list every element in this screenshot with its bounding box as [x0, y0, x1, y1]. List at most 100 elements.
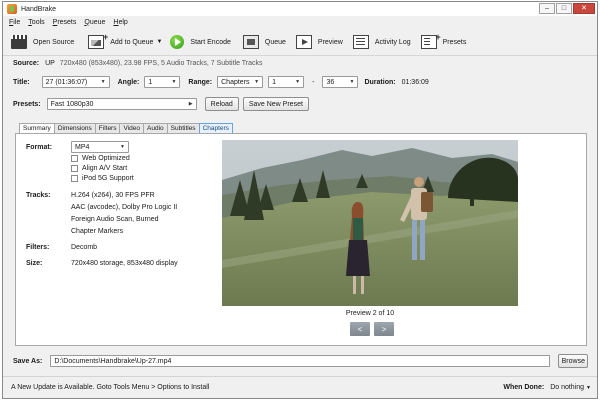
- chevron-down-icon: ▼: [100, 79, 106, 85]
- chevron-down-icon: ▼: [254, 79, 260, 85]
- add-to-queue-label: Add to Queue: [110, 38, 154, 46]
- activity-log-button[interactable]: Activity Log: [352, 35, 411, 49]
- source-label: Source:: [13, 60, 40, 67]
- web-optimized-checkbox[interactable]: [71, 155, 78, 162]
- track-chapters: Chapter Markers: [71, 228, 124, 235]
- summary-panel: Format: MP4 ▼ Web Optimized Align A/V St…: [15, 133, 587, 346]
- presets-button[interactable]: Presets: [420, 32, 467, 49]
- range-start-value: 1: [272, 78, 277, 86]
- handbrake-window: HandBrake – □ ✕ File Tools Presets Queue…: [2, 1, 598, 399]
- ipod-support-label: iPod 5G Support: [82, 175, 134, 182]
- status-bar: A New Update is Available. Goto Tools Me…: [3, 376, 597, 398]
- range-separator: -: [312, 78, 315, 86]
- add-to-queue-button[interactable]: Add to Queue ▼: [88, 32, 162, 49]
- presets-label: Presets:: [13, 100, 41, 108]
- browse-button[interactable]: Browse: [558, 354, 589, 368]
- save-as-path-input[interactable]: D:\Documents\Handbrake\Up-27.mp4: [50, 355, 551, 367]
- format-select[interactable]: MP4 ▼: [71, 141, 129, 153]
- source-row: Source: UP 720x480 (853x480), 23.98 FPS,…: [13, 60, 263, 67]
- menu-presets[interactable]: Presets: [53, 19, 77, 26]
- maximize-button[interactable]: □: [556, 3, 572, 14]
- tab-audio[interactable]: Audio: [143, 123, 168, 133]
- angle-label: Angle:: [117, 78, 140, 86]
- menu-queue[interactable]: Queue: [84, 19, 105, 26]
- activity-log-icon: [352, 35, 369, 49]
- chevron-down-icon: ▼: [171, 79, 177, 85]
- presets-row: Presets: Fast 1080p30 ▶ Reload Save New …: [13, 97, 309, 111]
- filters-value: Decomb: [71, 244, 98, 251]
- title-select[interactable]: 27 (01:36:07) ▼: [41, 76, 110, 88]
- open-source-button[interactable]: Open Source: [11, 35, 74, 49]
- ipod-support-checkbox-row[interactable]: iPod 5G Support: [71, 175, 134, 182]
- range-label: Range:: [188, 78, 213, 86]
- menu-bar: File Tools Presets Queue Help: [3, 16, 597, 28]
- tab-summary[interactable]: Summary: [19, 123, 55, 133]
- chevron-down-icon: ▼: [295, 79, 301, 85]
- presets-icon: [420, 32, 441, 49]
- preset-select[interactable]: Fast 1080p30 ▶: [46, 98, 197, 110]
- window-controls: – □ ✕: [539, 3, 595, 14]
- start-encode-label: Start Encode: [190, 38, 231, 46]
- toolbar: Open Source Add to Queue ▼ Start Encode …: [3, 29, 597, 56]
- range-end-select[interactable]: 36 ▼: [322, 76, 359, 88]
- ipod-support-checkbox[interactable]: [71, 175, 78, 182]
- size-value: 720x480 storage, 853x480 display: [71, 260, 178, 267]
- title-select-value: 27 (01:36:07): [45, 78, 88, 86]
- menu-file[interactable]: File: [9, 19, 20, 26]
- range-type-select[interactable]: Chapters ▼: [217, 76, 264, 88]
- play-icon: [170, 35, 185, 49]
- when-done-label: When Done:: [503, 384, 545, 391]
- preview-caption: Preview 2 of 10: [345, 310, 395, 317]
- handbrake-app-icon: [7, 4, 17, 14]
- settings-tabs: Summary Dimensions Filters Video Audio S…: [19, 123, 233, 133]
- tab-video[interactable]: Video: [119, 123, 144, 133]
- chevron-down-icon: ▼: [349, 79, 355, 85]
- save-new-preset-button[interactable]: Save New Preset: [242, 97, 309, 111]
- tab-chapters[interactable]: Chapters: [198, 123, 233, 133]
- close-button[interactable]: ✕: [573, 3, 595, 14]
- range-type-value: Chapters: [221, 78, 250, 86]
- update-message[interactable]: A New Update is Available. Goto Tools Me…: [11, 384, 209, 391]
- start-encode-button[interactable]: Start Encode: [170, 35, 231, 49]
- activity-log-label: Activity Log: [374, 38, 411, 46]
- menu-help[interactable]: Help: [113, 19, 127, 26]
- title-label: Title:: [13, 78, 30, 86]
- title-bar: HandBrake – □ ✕: [3, 2, 597, 16]
- next-preview-button[interactable]: >: [374, 322, 394, 336]
- tab-dimensions[interactable]: Dimensions: [53, 123, 96, 133]
- queue-icon: [242, 35, 259, 49]
- chevron-right-icon: ▶: [188, 101, 193, 107]
- track-subtitle: Foreign Audio Scan, Burned: [71, 216, 159, 223]
- angle-select-value: 1: [148, 78, 153, 86]
- tracks-label: Tracks:: [26, 192, 51, 199]
- save-as-row: Save As: D:\Documents\Handbrake\Up-27.mp…: [13, 354, 589, 368]
- web-optimized-checkbox-row[interactable]: Web Optimized: [71, 155, 130, 162]
- add-to-queue-dropdown-icon[interactable]: ▼: [156, 39, 162, 45]
- when-done-select[interactable]: Do nothing ▼: [550, 384, 591, 391]
- web-optimized-label: Web Optimized: [82, 155, 130, 162]
- queue-label: Queue: [264, 38, 286, 46]
- filters-label: Filters:: [26, 244, 50, 251]
- tab-subtitles[interactable]: Subtitles: [166, 123, 200, 133]
- tab-filters[interactable]: Filters: [94, 123, 121, 133]
- presets-label: Presets: [442, 38, 467, 46]
- minimize-button[interactable]: –: [539, 3, 555, 14]
- format-label: Format:: [26, 144, 53, 151]
- queue-button[interactable]: Queue: [242, 35, 286, 49]
- duration-value: 01:36:09: [401, 78, 429, 86]
- range-start-select[interactable]: 1 ▼: [268, 76, 305, 88]
- preview-nav: < >: [350, 322, 394, 336]
- preview-button[interactable]: Preview: [295, 35, 343, 49]
- track-audio: AAC (avcodec), Dolby Pro Logic II: [71, 204, 178, 211]
- preview-label: Preview: [317, 38, 343, 46]
- chevron-down-icon: ▼: [120, 144, 125, 150]
- angle-select[interactable]: 1 ▼: [144, 76, 181, 88]
- reload-button[interactable]: Reload: [204, 97, 239, 111]
- align-av-checkbox[interactable]: [71, 165, 78, 172]
- size-label: Size:: [26, 260, 43, 267]
- chevron-down-icon: ▼: [586, 384, 591, 391]
- align-av-checkbox-row[interactable]: Align A/V Start: [71, 165, 127, 172]
- range-end-value: 36: [326, 78, 335, 86]
- previous-preview-button[interactable]: <: [350, 322, 370, 336]
- menu-tools[interactable]: Tools: [28, 19, 44, 26]
